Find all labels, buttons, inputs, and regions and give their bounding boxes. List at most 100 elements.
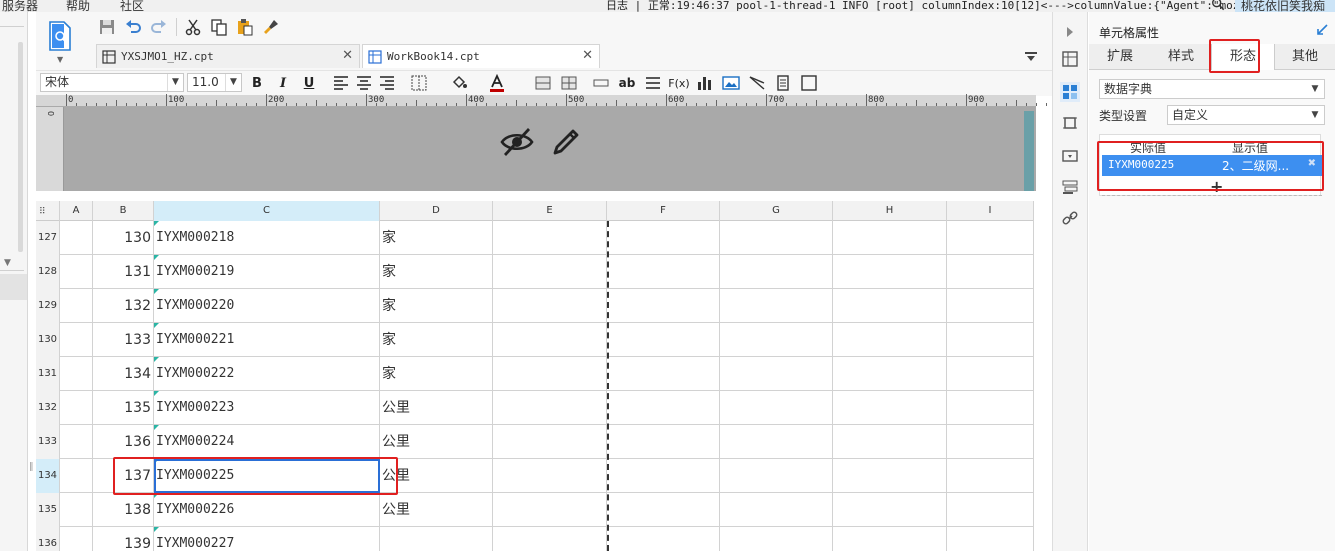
cell-c[interactable]: IYXM000227 bbox=[154, 527, 380, 551]
close-icon[interactable]: ✕ bbox=[582, 48, 593, 63]
row-number[interactable]: 130 bbox=[36, 323, 60, 357]
collapse-right-icon[interactable] bbox=[1060, 22, 1080, 42]
cell-i[interactable] bbox=[947, 323, 1034, 357]
eye-slash-icon[interactable] bbox=[500, 125, 534, 159]
column-header-b[interactable]: B bbox=[93, 201, 154, 221]
split-cells-icon[interactable] bbox=[560, 74, 578, 92]
tab-form[interactable]: 形态 bbox=[1211, 44, 1275, 70]
column-header-h[interactable]: H bbox=[833, 201, 947, 221]
cell-g[interactable] bbox=[720, 459, 833, 493]
tab-style[interactable]: 样式 bbox=[1151, 44, 1211, 70]
cell-a[interactable] bbox=[60, 289, 93, 323]
close-icon[interactable]: ✕ bbox=[342, 48, 353, 63]
cell-i[interactable] bbox=[947, 357, 1034, 391]
bold-button[interactable]: B bbox=[248, 74, 266, 92]
cell-g[interactable] bbox=[720, 289, 833, 323]
cell-e[interactable] bbox=[493, 425, 607, 459]
cell-a[interactable] bbox=[60, 255, 93, 289]
cell-i[interactable] bbox=[947, 391, 1034, 425]
font-size-select[interactable]: 11.0 ▼ bbox=[187, 73, 242, 92]
cell-f[interactable] bbox=[607, 323, 720, 357]
cell-i[interactable] bbox=[947, 289, 1034, 323]
cell-c[interactable]: IYXM000221 bbox=[154, 323, 380, 357]
tab-menu-icon[interactable] bbox=[1024, 51, 1038, 63]
cell-g[interactable] bbox=[720, 255, 833, 289]
cell-h[interactable] bbox=[833, 323, 947, 357]
text-cell-button[interactable]: ab bbox=[618, 74, 636, 92]
cell-c[interactable]: IYXM000223 bbox=[154, 391, 380, 425]
pencil-icon[interactable] bbox=[551, 125, 583, 157]
italic-button[interactable]: I bbox=[274, 74, 292, 92]
cell-f[interactable] bbox=[607, 289, 720, 323]
cell-c[interactable]: IYXM000225 bbox=[154, 459, 380, 493]
cell-a[interactable] bbox=[60, 357, 93, 391]
cell-f[interactable] bbox=[607, 493, 720, 527]
pin-icon[interactable] bbox=[1316, 22, 1330, 36]
element-properties-icon[interactable] bbox=[1060, 113, 1080, 133]
row-number[interactable]: 134 bbox=[36, 459, 60, 493]
cell-h[interactable] bbox=[833, 289, 947, 323]
cell-f[interactable] bbox=[607, 357, 720, 391]
cell-b[interactable]: 130 bbox=[93, 221, 154, 255]
cell-i[interactable] bbox=[947, 459, 1034, 493]
template-properties-icon[interactable] bbox=[1060, 49, 1080, 69]
cell-a[interactable] bbox=[60, 221, 93, 255]
align-left-icon[interactable] bbox=[332, 74, 350, 92]
cell-f[interactable] bbox=[607, 459, 720, 493]
menu-server[interactable]: 服务器 bbox=[2, 0, 38, 12]
cell-g[interactable] bbox=[720, 221, 833, 255]
undo-icon[interactable] bbox=[124, 18, 142, 36]
cell-c[interactable]: IYXM000226 bbox=[154, 493, 380, 527]
column-header-e[interactable]: E bbox=[493, 201, 607, 221]
cell-h[interactable] bbox=[833, 493, 947, 527]
cell-h[interactable] bbox=[833, 425, 947, 459]
align-center-icon[interactable] bbox=[355, 74, 373, 92]
text-wrap-icon[interactable] bbox=[644, 74, 662, 92]
drag-handle-icon[interactable]: ‖ bbox=[29, 462, 34, 472]
cell-e[interactable] bbox=[493, 289, 607, 323]
cell-d[interactable]: 家 bbox=[380, 255, 493, 289]
tab-expand[interactable]: 扩展 bbox=[1089, 44, 1151, 70]
actual-value[interactable]: IYXM000225 bbox=[1108, 158, 1174, 171]
cell-d[interactable]: 家 bbox=[380, 289, 493, 323]
cell-g[interactable] bbox=[720, 527, 833, 551]
row-number[interactable]: 128 bbox=[36, 255, 60, 289]
underline-button[interactable]: U bbox=[300, 74, 318, 92]
cell-f[interactable] bbox=[607, 221, 720, 255]
cell-h[interactable] bbox=[833, 255, 947, 289]
cell-g[interactable] bbox=[720, 357, 833, 391]
cell-g[interactable] bbox=[720, 391, 833, 425]
cell-b[interactable]: 132 bbox=[93, 289, 154, 323]
column-header-g[interactable]: G bbox=[720, 201, 833, 221]
row-number[interactable]: 136 bbox=[36, 527, 60, 551]
cell-d[interactable] bbox=[380, 527, 493, 551]
cell-d[interactable]: 公里 bbox=[380, 459, 493, 493]
tab-other[interactable]: 其他 bbox=[1275, 44, 1335, 70]
cell-i[interactable] bbox=[947, 527, 1034, 551]
font-family-select[interactable]: 宋体 ▼ bbox=[40, 73, 184, 92]
row-number[interactable]: 132 bbox=[36, 391, 60, 425]
cell-b[interactable]: 137 bbox=[93, 459, 154, 493]
format-painter-icon[interactable] bbox=[262, 18, 280, 36]
cell-c[interactable]: IYXM000224 bbox=[154, 425, 380, 459]
tab-yxsjmo1[interactable]: YXSJMO1_HZ.cpt ✕ bbox=[96, 44, 360, 68]
cell-i[interactable] bbox=[947, 255, 1034, 289]
cell-b[interactable]: 136 bbox=[93, 425, 154, 459]
cell-i[interactable] bbox=[947, 221, 1034, 255]
delete-icon[interactable]: ✖ bbox=[1308, 158, 1316, 169]
fill-color-icon[interactable] bbox=[450, 74, 468, 92]
image-icon[interactable] bbox=[722, 74, 740, 92]
cell-e[interactable] bbox=[493, 221, 607, 255]
cell-d[interactable]: 公里 bbox=[380, 493, 493, 527]
save-icon[interactable] bbox=[98, 18, 116, 36]
font-color-icon[interactable] bbox=[488, 74, 506, 92]
hyperlink-icon[interactable] bbox=[1060, 208, 1080, 228]
cell-b[interactable]: 134 bbox=[93, 357, 154, 391]
left-scrollbar[interactable] bbox=[18, 42, 23, 252]
cell-a[interactable] bbox=[60, 391, 93, 425]
column-header-c[interactable]: C bbox=[154, 201, 380, 221]
collapse-down-icon[interactable]: ▼ bbox=[4, 258, 11, 268]
cell-b[interactable]: 135 bbox=[93, 391, 154, 425]
user-account[interactable]: 桃花依旧笑我痴 bbox=[1235, 0, 1335, 12]
cell-h[interactable] bbox=[833, 357, 947, 391]
